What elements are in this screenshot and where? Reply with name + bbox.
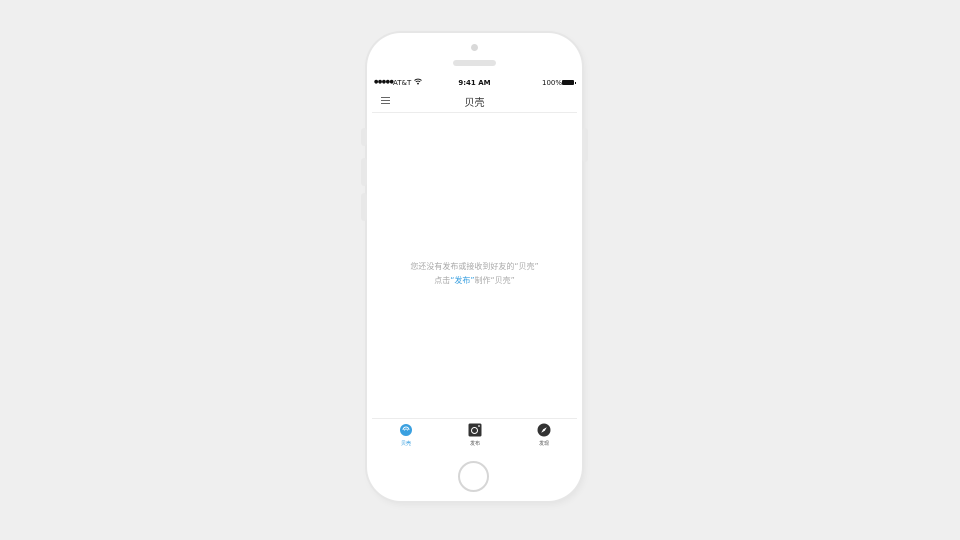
tab-shell-label: 贝壳 (400, 441, 411, 447)
empty-state-line1: 您还没有发布或接收到好友的“贝壳” (410, 262, 539, 271)
navigation-bar: 贝壳 (372, 90, 577, 113)
phone-frame: ●●●●● AT&T 9:41 AM 100% 贝壳 您还没有发布或接收到好友的… (361, 33, 588, 501)
compass-icon (537, 423, 551, 437)
battery-icon (562, 80, 576, 85)
tab-discover[interactable]: 发现 (524, 423, 564, 447)
tab-post-label: 发布 (469, 441, 480, 447)
tab-bar: 贝壳 发布 发现 (372, 418, 577, 456)
tab-post[interactable]: 发布 (455, 423, 495, 447)
status-bar: ●●●●● AT&T 9:41 AM 100% (372, 76, 577, 90)
empty-state-line2: 点击“发布”制作“贝壳” (372, 274, 577, 288)
empty-state-suffix: 制作“贝壳” (474, 276, 515, 285)
screen: ●●●●● AT&T 9:41 AM 100% 贝壳 您还没有发布或接收到好友的… (372, 76, 577, 456)
home-button[interactable] (458, 461, 489, 492)
shell-icon (399, 423, 413, 437)
earpiece-speaker (453, 60, 496, 66)
tab-shell[interactable]: 贝壳 (386, 423, 426, 447)
mute-switch (361, 128, 367, 146)
volume-down-button (361, 193, 367, 221)
power-button (582, 128, 588, 162)
page-title: 贝壳 (464, 98, 485, 109)
tab-discover-label: 发现 (538, 441, 549, 447)
volume-up-button (361, 158, 367, 186)
empty-state-message: 您还没有发布或接收到好友的“贝壳” 点击“发布”制作“贝壳” (372, 260, 577, 288)
battery-percentage: 100% (542, 79, 563, 87)
front-camera (471, 44, 478, 51)
publish-link[interactable]: “发布” (450, 276, 474, 285)
empty-state-prefix: 点击 (434, 276, 451, 285)
camera-icon (468, 423, 482, 437)
